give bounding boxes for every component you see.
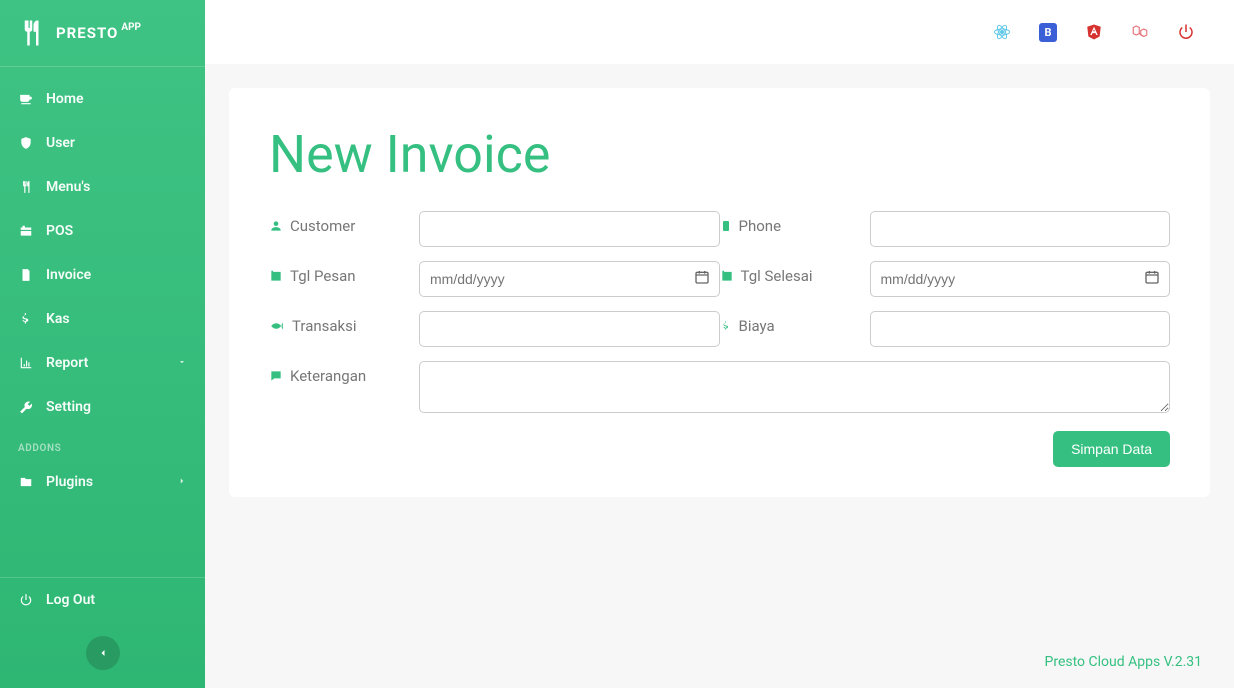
power-icon xyxy=(18,592,34,608)
utensils-icon xyxy=(18,179,34,195)
calendar-icon xyxy=(269,269,283,283)
chart-icon xyxy=(18,355,34,371)
label-customer: Customer xyxy=(269,211,419,235)
sidebar-item-kas[interactable]: Kas xyxy=(0,297,205,341)
phone-input[interactable] xyxy=(870,211,1171,247)
wrench-icon xyxy=(18,399,34,415)
footer-text: Presto Cloud Apps V.2.31 xyxy=(205,642,1234,688)
chevron-right-icon xyxy=(177,474,187,490)
tgl-pesan-input[interactable] xyxy=(419,261,720,297)
comment-icon xyxy=(269,369,283,383)
fish-icon xyxy=(269,319,285,333)
dollar-icon xyxy=(720,319,732,333)
keterangan-textarea[interactable] xyxy=(419,361,1170,413)
sidebar-item-user[interactable]: User xyxy=(0,121,205,165)
customer-input[interactable] xyxy=(419,211,720,247)
cash-register-icon xyxy=(18,223,34,239)
sidebar-item-pos[interactable]: POS xyxy=(0,209,205,253)
sidebar-item-label: POS xyxy=(46,223,73,239)
transaksi-input[interactable] xyxy=(419,311,720,347)
sidebar-item-report[interactable]: Report xyxy=(0,341,205,385)
folder-icon xyxy=(18,474,34,490)
label-tgl-selesai: Tgl Selesai xyxy=(720,261,870,285)
nav: Home User Menu's POS Invoice Kas xyxy=(0,67,205,577)
sidebar-item-label: Invoice xyxy=(46,267,91,283)
sidebar-collapse-button[interactable] xyxy=(86,636,120,670)
tgl-selesai-input[interactable] xyxy=(870,261,1171,297)
person-icon xyxy=(269,219,283,233)
calendar-icon xyxy=(720,269,734,283)
label-tgl-pesan: Tgl Pesan xyxy=(269,261,419,285)
sidebar-item-plugins[interactable]: Plugins xyxy=(0,460,205,504)
react-icon[interactable] xyxy=(986,16,1018,48)
sidebar-item-label: User xyxy=(46,135,75,151)
sidebar-item-setting[interactable]: Setting xyxy=(0,385,205,429)
chevron-left-icon xyxy=(97,647,109,659)
sidebar-item-label: Report xyxy=(46,355,88,371)
topbar-logout-icon[interactable] xyxy=(1170,16,1202,48)
page-title: New Invoice xyxy=(269,124,1170,185)
laravel-icon[interactable] xyxy=(1124,16,1156,48)
sidebar-item-label: Menu's xyxy=(46,179,90,195)
invoice-form-card: New Invoice Customer Phone Tgl Pesan xyxy=(229,88,1210,497)
submit-button[interactable]: Simpan Data xyxy=(1053,431,1170,467)
file-invoice-icon xyxy=(18,267,34,283)
label-phone: Phone xyxy=(720,211,870,235)
sidebar-item-label: Kas xyxy=(46,311,70,327)
angular-icon[interactable] xyxy=(1078,16,1110,48)
sidebar-item-label: Home xyxy=(46,91,84,107)
dollar-icon xyxy=(18,311,34,327)
sidebar-item-home[interactable]: Home xyxy=(0,77,205,121)
sidebar-item-invoice[interactable]: Invoice xyxy=(0,253,205,297)
main: B New Invoice Customer Phone xyxy=(205,0,1234,688)
sidebar: PRESTO APP Home User Menu's POS Invo xyxy=(0,0,205,688)
sidebar-item-menus[interactable]: Menu's xyxy=(0,165,205,209)
sidebar-item-label: Log Out xyxy=(46,592,95,608)
sidebar-item-label: Plugins xyxy=(46,474,93,490)
chevron-down-icon xyxy=(177,355,187,371)
label-keterangan: Keterangan xyxy=(269,361,419,385)
brand[interactable]: PRESTO APP xyxy=(0,0,205,67)
biaya-input[interactable] xyxy=(870,311,1171,347)
label-transaksi: Transaksi xyxy=(269,311,419,335)
phone-icon xyxy=(720,219,732,233)
bootstrap-icon[interactable]: B xyxy=(1032,16,1064,48)
sidebar-item-logout[interactable]: Log Out xyxy=(0,578,205,622)
utensils-icon xyxy=(16,18,46,48)
brand-sup: APP xyxy=(121,22,141,33)
label-biaya: Biaya xyxy=(720,311,870,335)
user-shield-icon xyxy=(18,135,34,151)
coffee-icon xyxy=(18,91,34,107)
topbar: B xyxy=(205,0,1234,64)
brand-name: PRESTO xyxy=(56,24,118,42)
sidebar-item-label: Setting xyxy=(46,399,91,415)
sidebar-section-addons: ADDONS xyxy=(0,429,205,460)
